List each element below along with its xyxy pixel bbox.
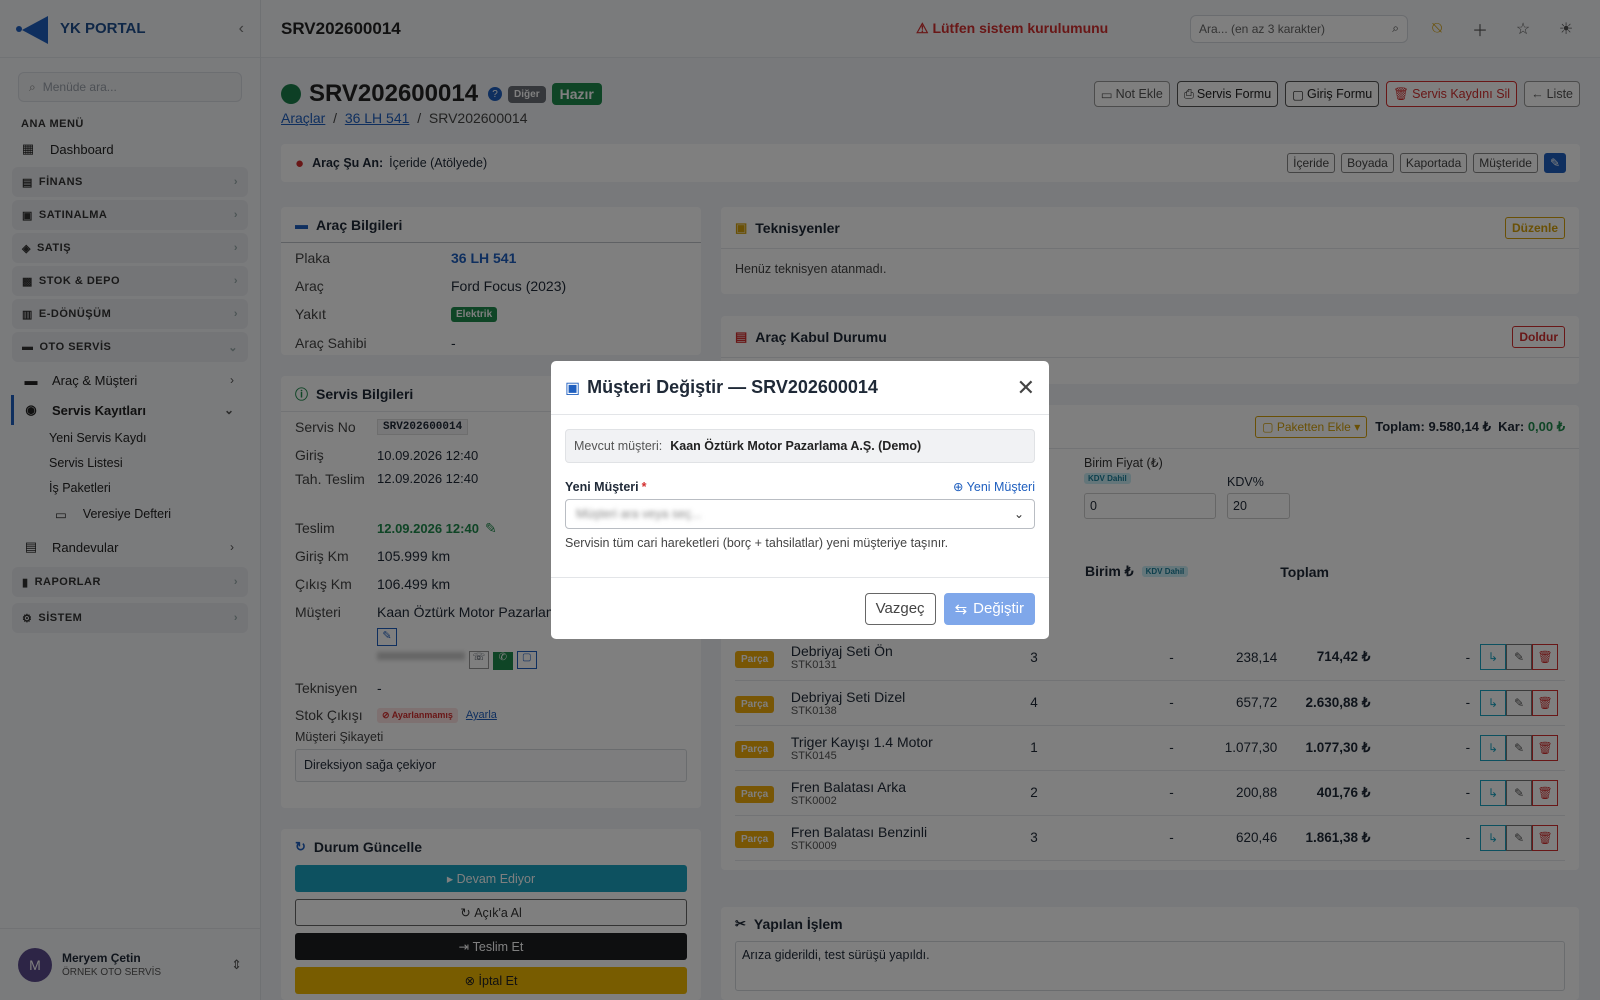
close-icon[interactable]: ✕ [1017, 375, 1035, 401]
chevron-down-icon: ⌄ [1013, 507, 1024, 521]
dialog-hint: Servisin tüm cari hareketleri (borç + ta… [565, 536, 949, 550]
id-card-icon: ▣ [565, 379, 581, 397]
confirm-change-button[interactable]: ⇆ Değiştir [943, 592, 1035, 625]
new-customer-label: Yeni Müşteri [565, 479, 639, 494]
cancel-button[interactable]: Vazgeç [864, 592, 936, 625]
dialog-title: Müşteri Değiştir — SRV202600014 [587, 377, 878, 397]
change-customer-dialog: ▣ Müşteri Değiştir — SRV202600014 ✕ Mevc… [551, 361, 1049, 639]
user-plus-icon: ⊕ [952, 480, 964, 494]
new-customer-link[interactable]: ⊕ Yeni Müşteri [953, 479, 1035, 494]
customer-select[interactable]: Müşteri ara veya seç... ⌄ [565, 499, 1035, 529]
swap-icon: ⇆ [954, 600, 968, 618]
current-customer: Mevcut müşteri: Kaan Öztürk Motor Pazarl… [565, 429, 1035, 463]
